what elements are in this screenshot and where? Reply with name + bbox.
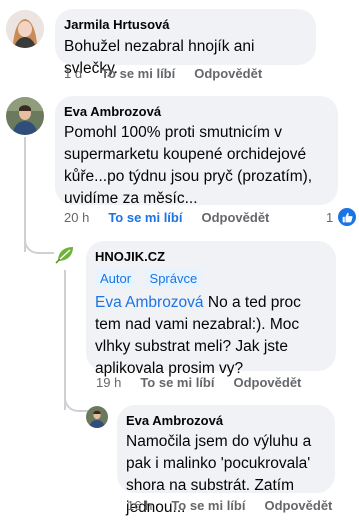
- avatar-eva-nested[interactable]: [86, 406, 108, 428]
- user-photo-icon: [6, 97, 44, 135]
- avatar-jarmila[interactable]: [6, 10, 44, 48]
- reply-button[interactable]: Odpovědět: [194, 66, 262, 82]
- reaction-count-number: 1: [326, 209, 334, 225]
- comment-bubble-jarmila: Jarmila Hrtusová Bohužel nezabral hnojík…: [55, 9, 316, 77]
- comment-text: Pomohl 100% proti smutnicím v supermarke…: [64, 124, 313, 207]
- reply-bubble-eva: Eva Ambrozová Namočila jsem do výluhu a …: [117, 405, 335, 516]
- mention-link[interactable]: Eva Ambrozová: [95, 294, 204, 311]
- like-button[interactable]: To se mi líbí: [140, 375, 214, 391]
- reply-text: Eva Ambrozová No a ted proc tem nad vami…: [95, 292, 324, 380]
- thread-curve-1: [24, 236, 54, 254]
- leaf-logo-icon: [55, 247, 73, 264]
- reply-actions-eva: 16 h To se mi líbí Odpovědět: [127, 498, 351, 514]
- reply-button[interactable]: Odpovědět: [264, 498, 332, 514]
- reply-timestamp[interactable]: 19 h: [96, 375, 121, 391]
- reply-bubble-hnojik: HNOJIK.CZ Autor Správce Eva Ambrozová No…: [86, 241, 336, 377]
- comment-author[interactable]: Jarmila Hrtusová: [64, 17, 304, 33]
- comment-actions-jarmila: 1 d To se mi líbí Odpovědět: [64, 66, 281, 82]
- avatar-eva[interactable]: [6, 97, 44, 135]
- author-badges: Autor Správce: [95, 269, 324, 288]
- thread-line-nested: [64, 270, 66, 410]
- reply-button[interactable]: Odpovědět: [201, 210, 269, 226]
- comment-actions-eva: 20 h To se mi líbí Odpovědět: [64, 210, 288, 226]
- badge-author: Autor: [95, 269, 137, 288]
- reply-button[interactable]: Odpovědět: [233, 375, 301, 391]
- like-button[interactable]: To se mi líbí: [101, 66, 175, 82]
- like-icon: [336, 206, 359, 228]
- comment-bubble-eva: Eva Ambrozová Pomohl 100% proti smutnicí…: [55, 96, 338, 207]
- reply-actions-hnojik: 19 h To se mi líbí Odpovědět: [96, 375, 320, 391]
- thread-line-main: [24, 137, 26, 252]
- badge-admin: Správce: [144, 269, 203, 288]
- reply-author[interactable]: Eva Ambrozová: [126, 413, 323, 429]
- reply-timestamp[interactable]: 16 h: [127, 498, 152, 514]
- reply-author[interactable]: HNOJIK.CZ: [95, 249, 324, 265]
- thread-curve-2: [64, 394, 88, 412]
- comment-timestamp[interactable]: 20 h: [64, 210, 89, 226]
- like-button[interactable]: To se mi líbí: [171, 498, 245, 514]
- comment-timestamp[interactable]: 1 d: [64, 66, 82, 82]
- like-button[interactable]: To se mi líbí: [108, 210, 182, 226]
- comment-author[interactable]: Eva Ambrozová: [64, 104, 326, 120]
- user-photo-icon: [6, 10, 44, 48]
- reaction-count[interactable]: 1: [326, 206, 359, 228]
- user-photo-icon: [86, 406, 108, 428]
- avatar-hnojik[interactable]: [54, 243, 76, 265]
